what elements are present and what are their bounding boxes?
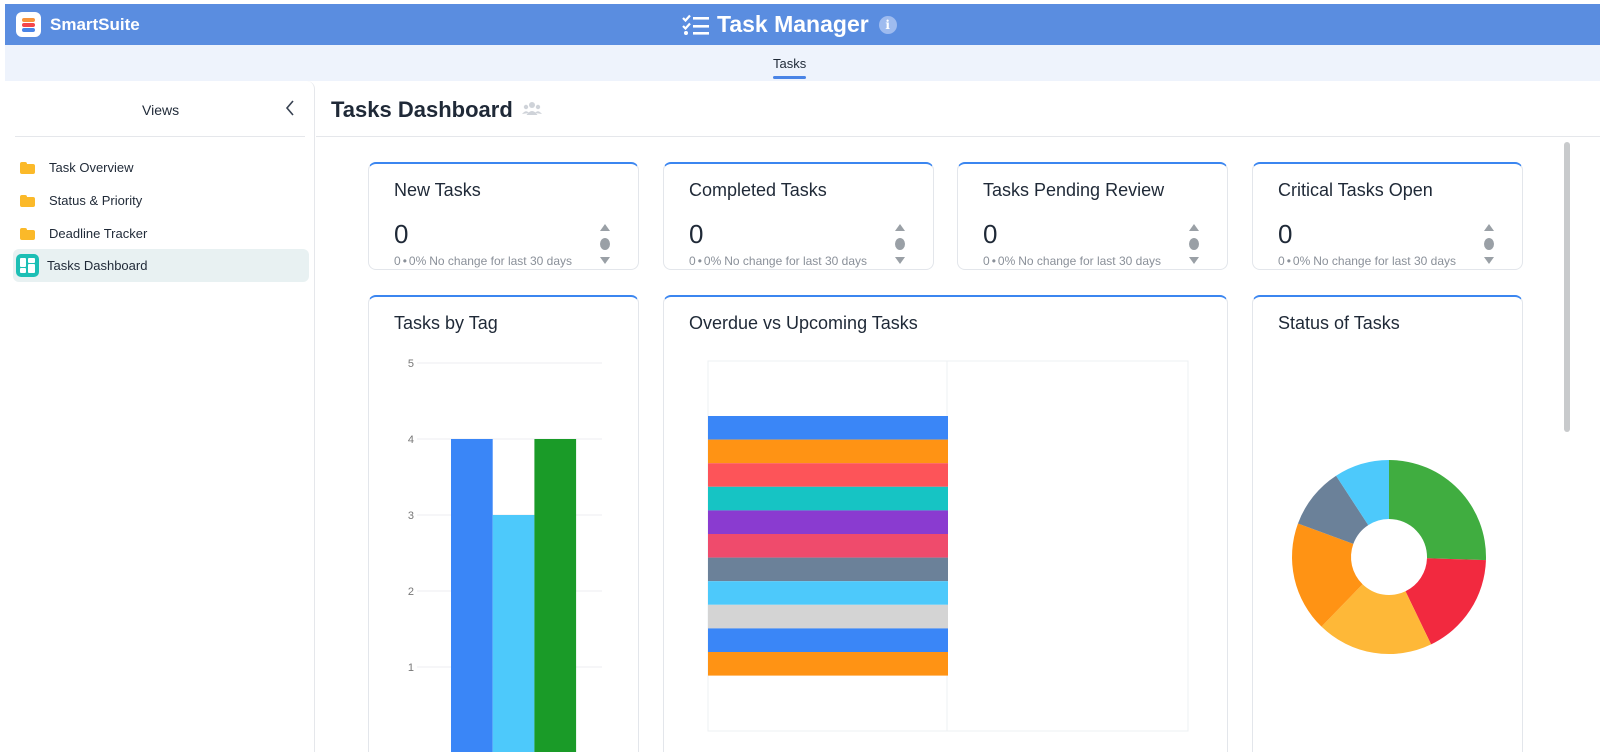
sidebar-item-label: Tasks Dashboard xyxy=(47,258,148,273)
y-tick-label: 2 xyxy=(408,586,414,598)
metric-card-completed-tasks[interactable]: Completed Tasks 0 0 • 0% No change for last… xyxy=(663,162,934,270)
metric-card-critical-open[interactable]: Critical Tasks Open 0 0 • 0% No change for … xyxy=(1252,162,1523,270)
brand[interactable]: SmartSuite xyxy=(16,12,140,37)
metric-delta: 0 xyxy=(689,254,696,268)
sidebar-item-deadline-tracker[interactable]: Deadline Tracker xyxy=(13,217,309,250)
y-tick-label: 4 xyxy=(408,434,414,446)
app-title-group: Task Manager i xyxy=(682,11,897,38)
sidebar-divider xyxy=(15,136,305,137)
metric-change: 0 • 0% No change for last 30 days xyxy=(1278,254,1456,268)
status-of-tasks-chart xyxy=(1292,460,1486,654)
metric-value: 0 xyxy=(394,219,409,249)
metric-value: 0 xyxy=(1278,219,1293,249)
scroll-indicator-icon[interactable] xyxy=(1188,223,1200,265)
metric-note: No change for last 30 days xyxy=(724,254,867,268)
metric-title: New Tasks xyxy=(394,180,481,200)
sidebar-item-status-priority[interactable]: Status & Priority xyxy=(13,184,309,217)
app-title: Task Manager xyxy=(717,11,869,37)
bar xyxy=(492,515,535,752)
bar-segment xyxy=(708,534,948,558)
metric-note: No change for last 30 days xyxy=(429,254,572,268)
bar-segment xyxy=(708,581,948,605)
bar-segment xyxy=(708,439,948,464)
page-title: Tasks Dashboard xyxy=(331,97,513,122)
scroll-indicator-icon[interactable] xyxy=(1483,223,1495,265)
users-icon[interactable] xyxy=(522,101,542,117)
bar-segment xyxy=(708,604,948,629)
bar-segment xyxy=(708,628,948,652)
metric-change: 0 • 0% No change for last 30 days xyxy=(689,254,867,268)
header-divider xyxy=(316,136,1600,137)
metric-title: Critical Tasks Open xyxy=(1278,180,1433,200)
metric-card-pending-review[interactable]: Tasks Pending Review 0 0 • 0% No change for… xyxy=(957,162,1228,270)
active-tab-indicator xyxy=(773,76,806,79)
sidebar-item-label: Deadline Tracker xyxy=(49,226,148,241)
bar-segment xyxy=(708,652,948,676)
views-sidebar: Views Task Overview Status & Priority De… xyxy=(6,81,315,752)
overdue-upcoming-chart xyxy=(707,360,1189,732)
bar xyxy=(534,439,577,752)
metric-title: Completed Tasks xyxy=(689,180,827,200)
folder-icon xyxy=(20,161,35,174)
checklist-icon xyxy=(682,14,709,35)
metric-delta: 0 xyxy=(394,254,401,268)
folder-icon xyxy=(20,227,35,240)
sidebar-item-label: Status & Priority xyxy=(49,193,143,208)
tasks-by-tag-chart: 1 2 3 4 5 xyxy=(408,358,602,752)
sidebar-item-task-overview[interactable]: Task Overview xyxy=(13,151,309,184)
sidebar-item-tasks-dashboard[interactable]: Tasks Dashboard xyxy=(13,249,309,282)
app-header: SmartSuite Task Manager i xyxy=(5,4,1600,45)
metric-card-new-tasks[interactable]: New Tasks 0 0 • 0% No change for last 30 da… xyxy=(368,162,639,270)
bar-segment xyxy=(708,557,948,582)
chevron-left-icon[interactable] xyxy=(282,98,298,118)
metric-percent: 0% xyxy=(997,254,1016,268)
dashboard-icon xyxy=(16,254,39,277)
metric-change: 0 • 0% No change for last 30 days xyxy=(394,254,572,268)
y-tick-label: 5 xyxy=(408,358,414,370)
metric-percent: 0% xyxy=(408,254,427,268)
scroll-indicator-icon[interactable] xyxy=(894,223,906,265)
metric-note: No change for last 30 days xyxy=(1313,254,1456,268)
metric-delta: 0 xyxy=(983,254,990,268)
metric-value: 0 xyxy=(689,219,704,249)
metric-note: No change for last 30 days xyxy=(1018,254,1161,268)
y-tick-label: 1 xyxy=(408,662,414,674)
sidebar-item-label: Task Overview xyxy=(49,160,134,175)
chart-card-status-of-tasks[interactable]: Status of Tasks xyxy=(1252,295,1523,752)
brand-name: SmartSuite xyxy=(50,14,140,34)
vertical-scrollbar[interactable] xyxy=(1564,142,1570,432)
bar xyxy=(451,439,493,752)
smartsuite-logo-icon xyxy=(16,12,41,37)
bar-segment xyxy=(708,463,948,487)
chart-card-tasks-by-tag[interactable]: Tasks by Tag 12345 xyxy=(368,295,639,752)
bar-segment xyxy=(708,510,948,534)
info-icon[interactable]: i xyxy=(878,15,897,34)
bar-segment xyxy=(708,486,948,511)
bar-segment xyxy=(708,416,948,440)
folder-icon xyxy=(20,194,35,207)
metric-delta: 0 xyxy=(1278,254,1285,268)
scroll-indicator-icon[interactable] xyxy=(599,223,611,265)
chart-card-overdue-upcoming[interactable]: Overdue vs Upcoming Tasks xyxy=(663,295,1228,752)
tab-tasks[interactable]: Tasks xyxy=(773,56,806,71)
sidebar-title: Views xyxy=(142,102,180,118)
tab-bar: Tasks xyxy=(5,45,1600,81)
pie-slice xyxy=(1389,460,1486,561)
metric-percent: 0% xyxy=(1292,254,1311,268)
metric-title: Tasks Pending Review xyxy=(983,180,1165,200)
metric-percent: 0% xyxy=(703,254,722,268)
metric-change: 0 • 0% No change for last 30 days xyxy=(983,254,1161,268)
metric-value: 0 xyxy=(983,219,998,249)
y-tick-label: 3 xyxy=(408,510,414,522)
